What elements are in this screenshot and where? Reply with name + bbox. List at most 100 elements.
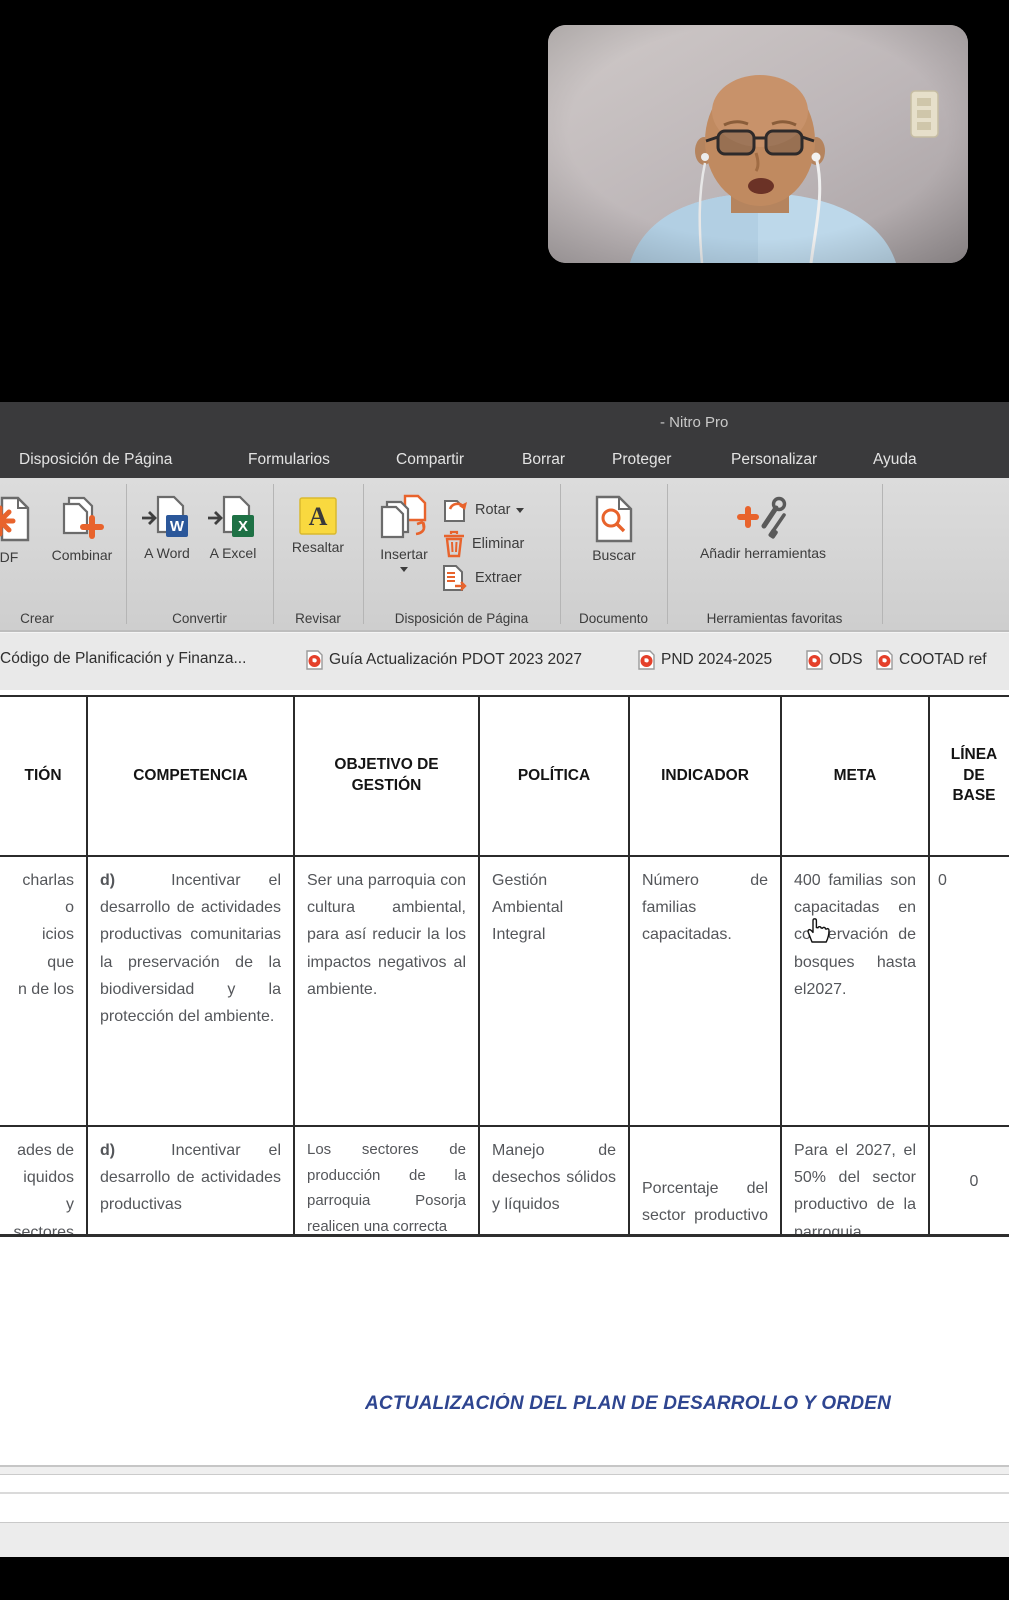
search-document-icon	[594, 495, 634, 543]
to-excel-icon: X	[206, 495, 260, 541]
anadir-herramientas-button[interactable]: Añadir herramientas	[697, 495, 829, 563]
insertar-button[interactable]: Insertar	[371, 494, 437, 572]
tab-label: COOTAD ref	[899, 651, 987, 669]
group-label-documento: Documento	[560, 611, 667, 626]
tab-ods[interactable]: ODS	[806, 650, 863, 670]
buscar-label: Buscar	[592, 547, 636, 563]
highlight-icon: A	[299, 497, 337, 535]
dropdown-caret-icon	[400, 567, 408, 572]
cell-linea-base: 0	[930, 857, 1009, 1127]
svg-text:X: X	[238, 518, 248, 535]
hand-cursor-icon	[804, 916, 830, 944]
menu-bar: Disposición de Página Formularios Compar…	[0, 446, 1009, 478]
menu-formularios[interactable]: Formularios	[248, 451, 330, 469]
pdf-file-icon	[806, 650, 823, 670]
pdot-table: TIÓN COMPETENCIA OBJETIVO DE GESTIÓN POL…	[0, 695, 1009, 1237]
cell-competencia: d) Incentivar el desarrollo de actividad…	[88, 1127, 295, 1237]
table-clip-edge	[0, 1234, 1009, 1237]
group-separator	[667, 484, 668, 624]
anadir-herramientas-label: Añadir herramientas	[700, 545, 826, 561]
resaltar-label: Resaltar	[292, 539, 344, 555]
create-pdf-icon	[0, 495, 32, 545]
to-word-label: A Word	[144, 545, 190, 561]
cell-competencia: d) Incentivar el desarrollo de actividad…	[88, 857, 295, 1127]
pdf-file-icon	[638, 650, 655, 670]
menu-proteger[interactable]: Proteger	[612, 451, 671, 469]
to-word-button[interactable]: W A Word	[136, 495, 198, 563]
group-separator	[560, 484, 561, 624]
tab-cootad[interactable]: COOTAD ref	[876, 650, 987, 670]
svg-text:A: A	[309, 502, 328, 531]
group-separator	[273, 484, 274, 624]
create-pdf-button[interactable]: DF	[0, 495, 32, 575]
page-separator-line	[0, 1492, 1009, 1494]
add-tools-icon	[737, 495, 789, 541]
group-separator	[882, 484, 883, 624]
tab-codigo-planificacion[interactable]: Código de Planificación y Finanza...	[0, 650, 246, 668]
insertar-label: Insertar	[380, 546, 427, 562]
combinar-button[interactable]: Combinar	[40, 495, 124, 565]
extraer-label: Extraer	[475, 570, 522, 586]
page-separator	[0, 1465, 1009, 1475]
combine-pages-icon	[59, 495, 105, 543]
cell-politica: Manejo de desechos sólidos y líquidos	[480, 1127, 630, 1237]
cell-meta: Para el 2027, el 50% del sector producti…	[782, 1127, 930, 1237]
document-tab-bar: Código de Planificación y Finanza... Guí…	[0, 632, 1009, 690]
status-bar: 31 DE 119	[0, 1522, 1009, 1557]
col-header-objetivo: OBJETIVO DE GESTIÓN	[295, 697, 480, 857]
resaltar-button[interactable]: A Resaltar	[282, 497, 354, 557]
eliminar-label: Eliminar	[472, 536, 524, 552]
webcam-video	[548, 25, 968, 263]
presenter-illustration	[548, 25, 968, 263]
cell-indicador: Número de familias capacitadas.	[630, 857, 782, 1127]
to-excel-button[interactable]: X A Excel	[202, 495, 264, 563]
group-separator	[126, 484, 127, 624]
rotar-label: Rotar	[475, 502, 510, 518]
cell-objetivo: Ser una parroquia con cultura ambiental,…	[295, 857, 480, 1127]
rotar-button[interactable]: Rotar	[442, 496, 524, 524]
buscar-button[interactable]: Buscar	[578, 495, 650, 565]
tab-label: Guía Actualización PDOT 2023 2027	[329, 651, 582, 669]
document-footer-title: ACTUALIZACIÓN DEL PLAN DE DESARROLLO Y O…	[365, 1393, 1009, 1415]
menu-disposicion[interactable]: Disposición de Página	[19, 451, 172, 469]
col-header-politica: POLÍTICA	[480, 697, 630, 857]
col-header-meta: META	[782, 697, 930, 857]
tab-label: PND 2024-2025	[661, 651, 772, 669]
pdf-file-icon	[306, 650, 323, 670]
cell-gestion: ades de iquidos y sectores a.	[0, 1127, 88, 1237]
to-excel-label: A Excel	[210, 545, 257, 561]
cell-objetivo: Los sectores de producción de la parroqu…	[295, 1127, 480, 1237]
col-header-linea-base: LÍNEA DE BASE	[930, 697, 1009, 857]
tab-pnd[interactable]: PND 2024-2025	[638, 650, 772, 670]
screen-share-view: - Nitro Pro Disposición de Página Formul…	[0, 0, 1009, 1600]
menu-compartir[interactable]: Compartir	[396, 451, 464, 469]
menu-ayuda[interactable]: Ayuda	[873, 451, 917, 469]
group-label-crear: Crear	[0, 611, 74, 626]
col-header-competencia: COMPETENCIA	[88, 697, 295, 857]
cell-politica: Gestión Ambiental Integral	[480, 857, 630, 1127]
col-header-gestion: TIÓN	[0, 697, 88, 857]
group-label-disposicion: Disposición de Página	[363, 611, 560, 626]
window-title-bar: - Nitro Pro	[0, 402, 1009, 446]
menu-borrar[interactable]: Borrar	[522, 451, 565, 469]
tab-label: Código de Planificación y Finanza...	[0, 650, 246, 668]
combinar-label: Combinar	[52, 547, 113, 563]
tab-label: ODS	[829, 651, 863, 669]
group-label-convertir: Convertir	[126, 611, 273, 626]
tab-guia-pdot[interactable]: Guía Actualización PDOT 2023 2027	[306, 650, 582, 670]
cell-linea-base: 0	[930, 1127, 1009, 1237]
cell-gestion: charlas o icios que n de los	[0, 857, 88, 1127]
to-word-icon: W	[140, 495, 194, 541]
cell-indicador: Porcentaje del sector productivo con	[630, 1127, 782, 1237]
eliminar-button[interactable]: Eliminar	[442, 530, 524, 558]
trash-icon	[442, 530, 466, 558]
group-label-herramientas: Herramientas favoritas	[667, 611, 882, 626]
menu-personalizar[interactable]: Personalizar	[731, 451, 817, 469]
window-title: - Nitro Pro	[660, 414, 820, 431]
group-label-revisar: Revisar	[273, 611, 363, 626]
rotate-page-icon	[442, 496, 469, 524]
extraer-button[interactable]: Extraer	[442, 564, 522, 592]
cell-meta: 400 familias son capacitadas en conserva…	[782, 857, 930, 1127]
group-separator	[363, 484, 364, 624]
create-pdf-label: DF	[0, 549, 18, 565]
